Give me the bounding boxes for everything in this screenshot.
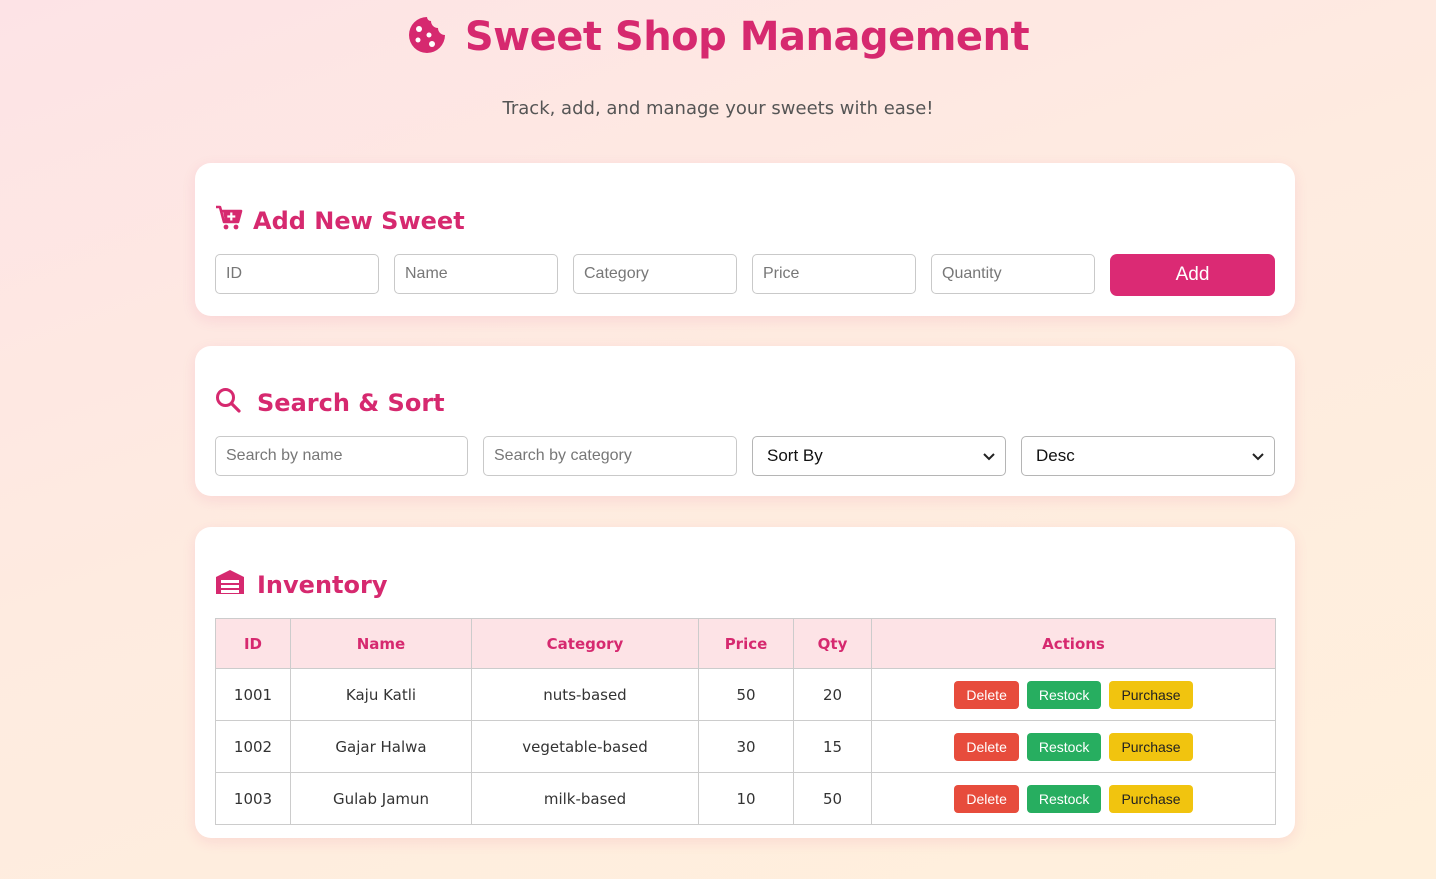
order-value: Desc [1036,446,1075,465]
chevron-down-icon [1252,446,1264,466]
search-category-input[interactable] [483,436,737,476]
cell-id: 1003 [215,772,291,825]
restock-button[interactable]: Restock [1026,680,1102,709]
price-input[interactable] [752,254,916,294]
cell-qty: 20 [793,668,872,721]
search-icon [215,387,241,419]
add-sweet-heading: Add New Sweet [215,205,465,237]
column-header-id: ID [215,618,291,669]
delete-button[interactable]: Delete [954,784,1019,813]
inventory-table: ID Name Category Price Qty Actions 1001 … [215,618,1276,825]
search-sort-heading: Search & Sort [215,387,445,419]
cell-qty: 15 [793,720,872,773]
search-sort-title: Search & Sort [257,389,445,417]
cell-name: Gulab Jamun [290,772,472,825]
sort-by-select[interactable]: Sort By [752,436,1006,476]
page-header: Sweet Shop Management Track, add, and ma… [0,0,1436,150]
cell-id: 1002 [215,720,291,773]
cell-actions: Delete Restock Purchase [871,668,1276,721]
inventory-title: Inventory [257,571,388,599]
cell-price: 30 [698,720,794,773]
cell-name: Kaju Katli [290,668,472,721]
inventory-card: Inventory ID Name Category Price Qty Act… [195,527,1295,838]
cell-category: milk-based [471,772,699,825]
table-row: 1001 Kaju Katli nuts-based 50 20 Delete … [215,668,1276,721]
id-input[interactable] [215,254,379,294]
table-header-row: ID Name Category Price Qty Actions [215,618,1276,669]
chevron-down-icon [983,446,995,466]
search-sort-card: Search & Sort Sort By Desc [195,346,1295,496]
name-input[interactable] [394,254,558,294]
delete-button[interactable]: Delete [954,680,1019,709]
inventory-heading: Inventory [215,569,387,601]
column-header-price: Price [698,618,794,669]
cell-price: 50 [698,668,794,721]
column-header-name: Name [290,618,472,669]
search-name-input[interactable] [215,436,468,476]
delete-button[interactable]: Delete [954,732,1019,761]
cart-plus-icon [215,205,243,237]
cell-id: 1001 [215,668,291,721]
cell-category: nuts-based [471,668,699,721]
page-subtitle: Track, add, and manage your sweets with … [502,98,934,119]
table-row: 1003 Gulab Jamun milk-based 10 50 Delete… [215,772,1276,825]
cell-actions: Delete Restock Purchase [871,772,1276,825]
cell-qty: 50 [793,772,872,825]
cell-name: Gajar Halwa [290,720,472,773]
title-row: Sweet Shop Management [0,14,1436,60]
page-title: Sweet Shop Management [464,14,1030,60]
add-sweet-card: Add New Sweet Add [195,163,1295,316]
restock-button[interactable]: Restock [1026,732,1102,761]
purchase-button[interactable]: Purchase [1109,680,1193,709]
cell-actions: Delete Restock Purchase [871,720,1276,773]
cell-price: 10 [698,772,794,825]
purchase-button[interactable]: Purchase [1109,732,1193,761]
add-sweet-title: Add New Sweet [253,207,465,235]
warehouse-icon [215,569,245,601]
column-header-actions: Actions [871,618,1276,669]
table-row: 1002 Gajar Halwa vegetable-based 30 15 D… [215,720,1276,773]
column-header-qty: Qty [793,618,872,669]
cookie-icon [407,15,447,59]
purchase-button[interactable]: Purchase [1109,784,1193,813]
cell-category: vegetable-based [471,720,699,773]
category-input[interactable] [573,254,737,294]
column-header-category: Category [471,618,699,669]
order-select[interactable]: Desc [1021,436,1275,476]
sort-by-value: Sort By [767,446,823,465]
add-button[interactable]: Add [1110,254,1275,296]
quantity-input[interactable] [931,254,1095,294]
restock-button[interactable]: Restock [1026,784,1102,813]
